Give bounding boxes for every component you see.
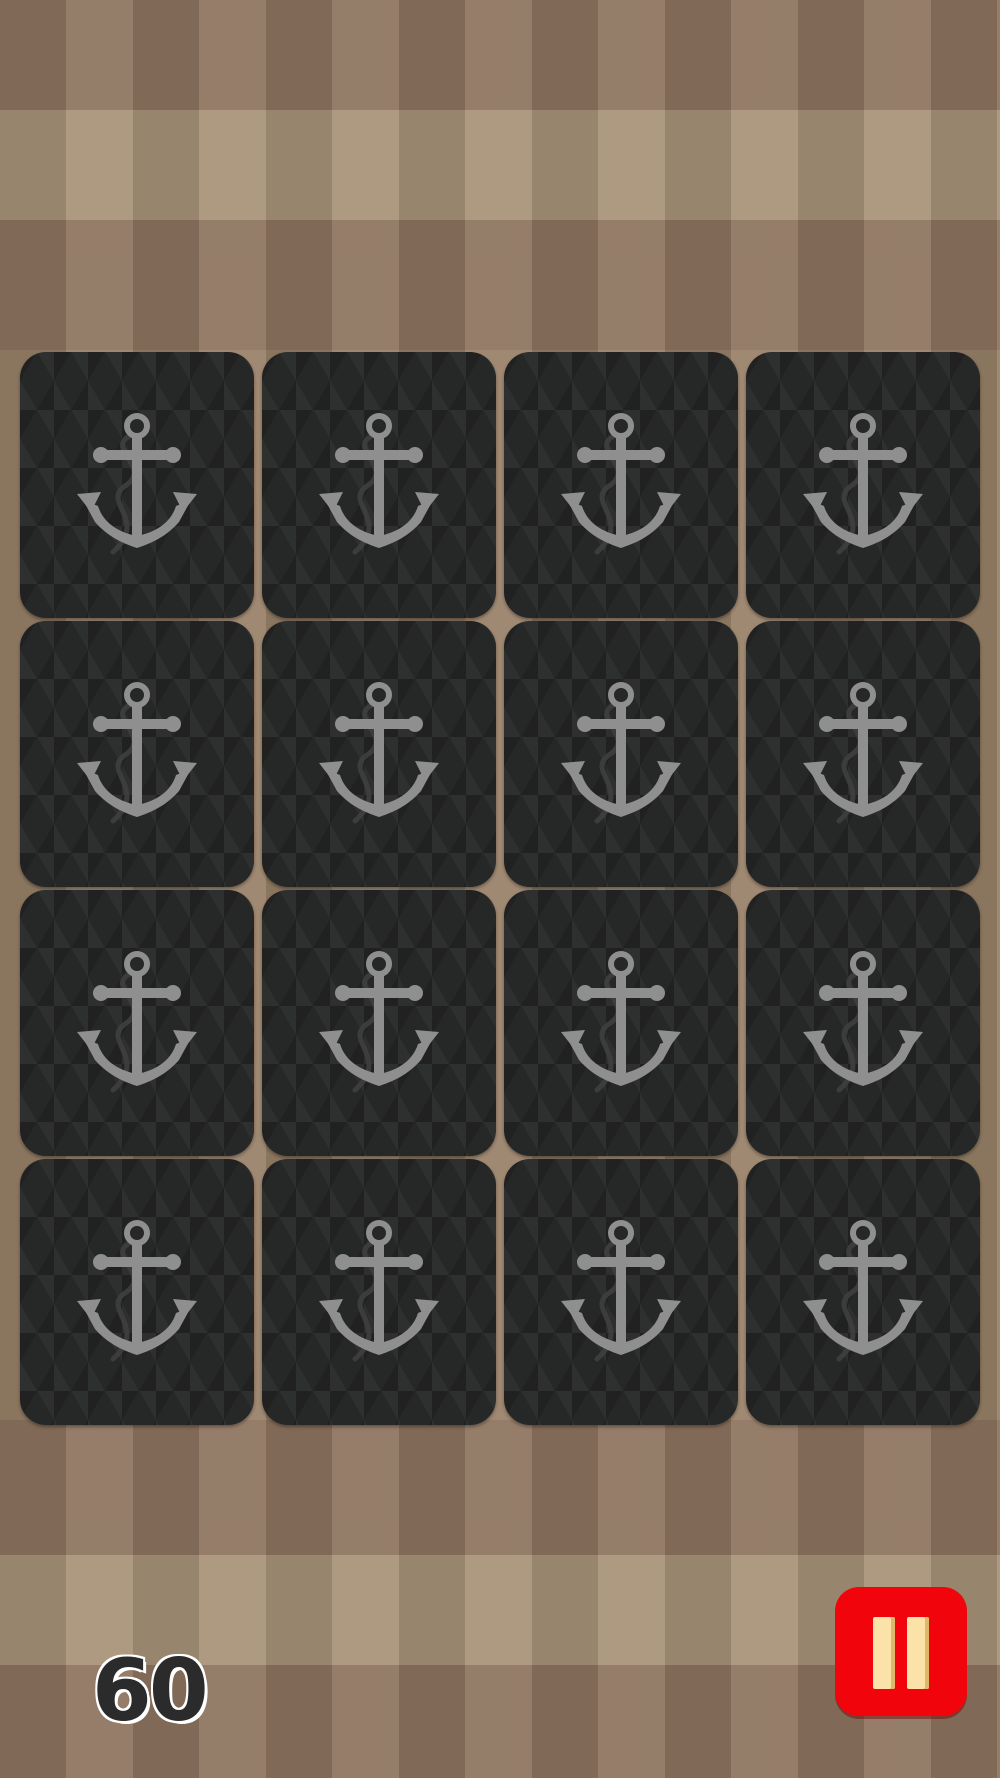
- card-13[interactable]: [20, 1159, 254, 1425]
- card-4[interactable]: [746, 352, 980, 618]
- card-14[interactable]: [262, 1159, 496, 1425]
- card-8[interactable]: [746, 621, 980, 887]
- card-3[interactable]: [504, 352, 738, 618]
- anchor-icon: [317, 946, 441, 1096]
- anchor-icon: [559, 1215, 683, 1365]
- anchor-icon: [75, 1215, 199, 1365]
- anchor-icon: [559, 677, 683, 827]
- card-10[interactable]: [262, 890, 496, 1156]
- anchor-icon: [801, 946, 925, 1096]
- anchor-icon: [801, 677, 925, 827]
- anchor-icon: [75, 946, 199, 1096]
- anchor-icon: [559, 946, 683, 1096]
- card-9[interactable]: [20, 890, 254, 1156]
- anchor-icon: [559, 408, 683, 558]
- card-5[interactable]: [20, 621, 254, 887]
- anchor-icon: [317, 677, 441, 827]
- card-12[interactable]: [746, 890, 980, 1156]
- pause-bar-left: [873, 1617, 895, 1689]
- anchor-icon: [317, 408, 441, 558]
- anchor-icon: [75, 408, 199, 558]
- countdown-timer: 60: [91, 1641, 211, 1741]
- card-11[interactable]: [504, 890, 738, 1156]
- card-6[interactable]: [262, 621, 496, 887]
- card-7[interactable]: [504, 621, 738, 887]
- anchor-icon: [801, 1215, 925, 1365]
- card-15[interactable]: [504, 1159, 738, 1425]
- card-grid: [20, 352, 980, 1426]
- anchor-icon: [801, 408, 925, 558]
- card-16[interactable]: [746, 1159, 980, 1425]
- card-2[interactable]: [262, 352, 496, 618]
- pause-button[interactable]: [835, 1587, 967, 1716]
- anchor-icon: [317, 1215, 441, 1365]
- card-1[interactable]: [20, 352, 254, 618]
- anchor-icon: [75, 677, 199, 827]
- pause-bar-right: [907, 1617, 929, 1689]
